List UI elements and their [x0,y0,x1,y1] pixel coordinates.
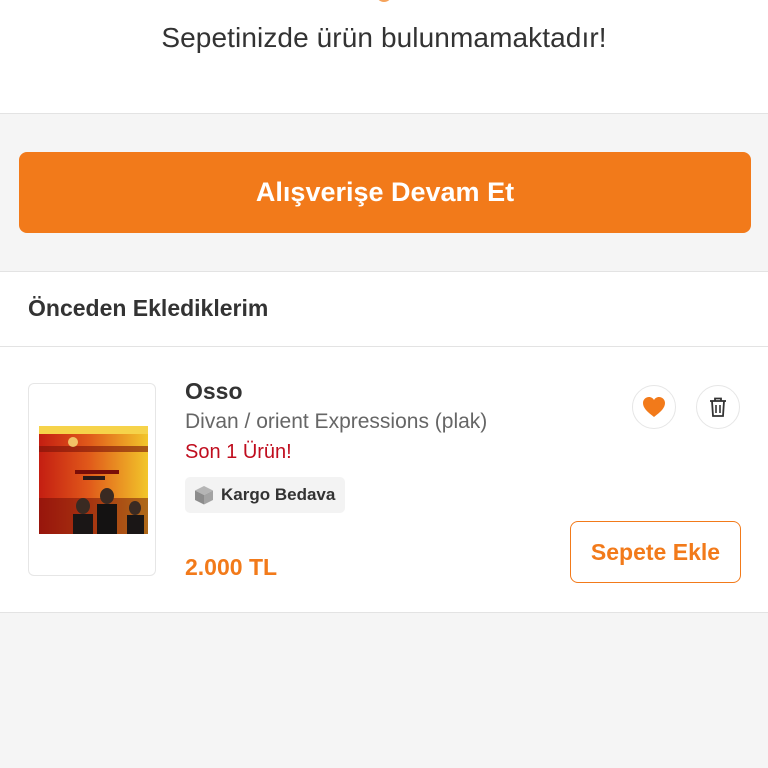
free-shipping-label: Kargo Bedava [221,485,336,504]
product-subtitle: Divan / orient Expressions (plak) [185,410,488,433]
stock-warning: Son 1 Ürün! [185,441,292,463]
add-to-cart-button[interactable]: Sepete Ekle [570,521,741,583]
previously-added-header: Önceden Eklediklerim [0,271,768,347]
empty-cart-panel: Sepetinizde ürün bulunmamaktadır! [0,0,768,114]
favorite-button[interactable] [632,385,676,429]
package-box-icon [195,486,213,505]
heart-icon [643,397,665,417]
delete-button[interactable] [696,385,740,429]
empty-cart-message: Sepetinizde ürün bulunmamaktadır! [161,22,607,53]
continue-shopping-button[interactable]: Alışverişe Devam Et [19,152,751,233]
empty-cart-illustration [376,0,392,2]
product-card: Osso Divan / orient Expressions (plak) S… [0,347,768,613]
section-title: Önceden Eklediklerim [28,295,269,321]
product-image[interactable] [28,383,156,576]
product-name[interactable]: Osso [185,378,243,405]
free-shipping-badge: Kargo Bedava [185,477,346,513]
album-cover-image [39,426,148,534]
product-price: 2.000 TL [185,554,278,580]
trash-icon [710,397,726,417]
